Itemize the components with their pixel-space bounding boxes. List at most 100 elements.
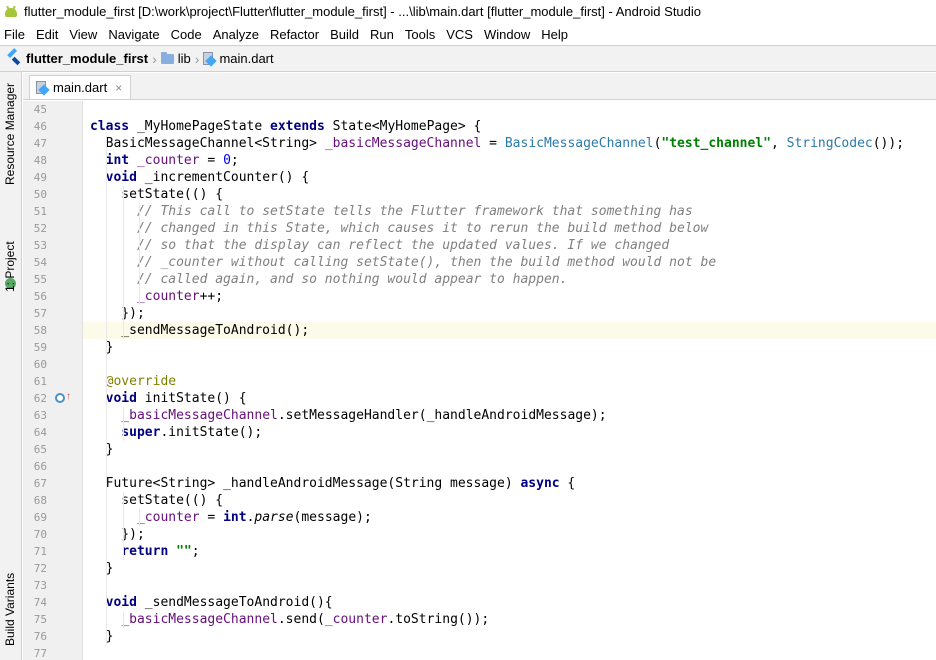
line-number: 68 (33, 494, 47, 507)
tab-main-dart[interactable]: main.dart × (29, 75, 132, 99)
menu-tools[interactable]: Tools (405, 27, 435, 42)
indent-guide (139, 509, 141, 526)
code-line[interactable]: super.initState(); (83, 424, 936, 441)
code-line[interactable]: _basicMessageChannel.send(_counter.toStr… (83, 611, 936, 628)
menu-vcs[interactable]: VCS (446, 27, 473, 42)
indent-guide (139, 203, 141, 305)
tool-tab-project[interactable]: 1: Project (3, 241, 17, 292)
line-number: 66 (33, 460, 47, 473)
line-number: 56 (33, 290, 47, 303)
line-number: 76 (33, 630, 47, 643)
code-area[interactable]: class _MyHomePageState extends State<MyH… (83, 101, 936, 660)
close-icon[interactable]: × (115, 81, 122, 95)
code-line[interactable]: // _counter without calling setState(), … (83, 254, 936, 271)
line-number: 64 (33, 426, 47, 439)
line-number: 61 (33, 375, 47, 388)
code-line[interactable]: // changed in this State, which causes i… (83, 220, 936, 237)
menu-file[interactable]: File (4, 27, 25, 42)
code-line-text: }); (90, 527, 145, 542)
menu-window[interactable]: Window (484, 27, 530, 42)
code-line[interactable]: class _MyHomePageState extends State<MyH… (83, 118, 936, 135)
code-line[interactable] (83, 645, 936, 660)
line-number: 59 (33, 341, 47, 354)
code-line[interactable]: return ""; (83, 543, 936, 560)
code-line[interactable]: // This call to setState tells the Flutt… (83, 203, 936, 220)
code-line[interactable]: }); (83, 305, 936, 322)
indent-guide (122, 186, 124, 339)
indent-guide (106, 135, 108, 645)
line-number: 67 (33, 477, 47, 490)
code-line-text: } (90, 561, 114, 576)
menu-build[interactable]: Build (330, 27, 359, 42)
tool-tab-build-variants[interactable]: Build Variants (3, 573, 17, 646)
code-line-text: super.initState(); (121, 425, 263, 440)
code-line[interactable]: // called again, and so nothing would ap… (83, 271, 936, 288)
code-line[interactable]: _sendMessageToAndroid(); (83, 322, 936, 339)
code-line-text: // This call to setState tells the Flutt… (136, 204, 693, 219)
code-line[interactable]: } (83, 441, 936, 458)
code-line[interactable]: setState(() { (83, 186, 936, 203)
line-number: 47 (33, 137, 47, 150)
code-line[interactable]: } (83, 339, 936, 356)
code-line[interactable]: _basicMessageChannel.setMessageHandler(_… (83, 407, 936, 424)
code-line[interactable]: }); (83, 526, 936, 543)
breadcrumb-project[interactable]: flutter_module_first (26, 51, 148, 66)
line-number: 57 (33, 307, 47, 320)
code-line[interactable] (83, 458, 936, 475)
flutter-icon (7, 47, 22, 66)
code-line-text: _basicMessageChannel.send(_counter.toStr… (121, 612, 490, 627)
breadcrumb-folder[interactable]: lib (178, 51, 191, 66)
arrow-up-icon: ↑ (66, 391, 71, 402)
code-line[interactable] (83, 356, 936, 373)
code-line-text: _counter++; (136, 289, 224, 304)
code-line[interactable]: } (83, 560, 936, 577)
code-line[interactable]: void initState() { (83, 390, 936, 407)
menu-view[interactable]: View (69, 27, 97, 42)
title-bar: flutter_module_first [D:\work\project\Fl… (0, 0, 936, 23)
breadcrumb-file[interactable]: main.dart (219, 51, 273, 66)
menu-refactor[interactable]: Refactor (270, 27, 319, 42)
line-number: 55 (33, 273, 47, 286)
line-number: 51 (33, 205, 47, 218)
menu-edit[interactable]: Edit (36, 27, 58, 42)
code-line-text: // _counter without calling setState(), … (136, 255, 717, 270)
line-number: 72 (33, 562, 47, 575)
code-editor[interactable]: ↑ class _MyHomePageState extends State<M… (23, 101, 936, 660)
menu-navigate[interactable]: Navigate (108, 27, 159, 42)
code-line-text: setState(() { (90, 493, 224, 508)
code-line[interactable]: _counter = int.parse(message); (83, 509, 936, 526)
code-line[interactable]: // so that the display can reflect the u… (83, 237, 936, 254)
line-number: 49 (33, 171, 47, 184)
menu-help[interactable]: Help (541, 27, 568, 42)
code-line[interactable]: void _sendMessageToAndroid(){ (83, 594, 936, 611)
chevron-right-icon: › (152, 50, 157, 67)
menu-analyze[interactable]: Analyze (213, 27, 259, 42)
code-line-text: }); (90, 306, 145, 321)
code-line[interactable] (83, 101, 936, 118)
dart-file-icon (203, 52, 218, 67)
line-number: 70 (33, 528, 47, 541)
code-line[interactable]: @override (83, 373, 936, 390)
code-line[interactable]: int _counter = 0; (83, 152, 936, 169)
line-number: 77 (33, 647, 47, 660)
code-line[interactable] (83, 577, 936, 594)
code-line[interactable]: Future<String> _handleAndroidMessage(Str… (83, 475, 936, 492)
code-line-text: BasicMessageChannel<String> _basicMessag… (90, 136, 905, 151)
menu-run[interactable]: Run (370, 27, 394, 42)
indent-guide (122, 611, 124, 628)
line-number: 45 (33, 103, 47, 116)
tool-tab-resource-manager[interactable]: Resource Manager (3, 83, 17, 185)
override-icon[interactable] (55, 393, 65, 403)
breadcrumb: flutter_module_first › lib › main.dart (0, 45, 936, 72)
code-line[interactable]: BasicMessageChannel<String> _basicMessag… (83, 135, 936, 152)
code-line[interactable]: setState(() { (83, 492, 936, 509)
code-line[interactable]: } (83, 628, 936, 645)
line-number: 58 (33, 324, 47, 337)
line-number: 62 (33, 392, 47, 405)
line-number: 65 (33, 443, 47, 456)
code-line-text: int _counter = 0; (105, 153, 239, 168)
tab-label: main.dart (53, 80, 108, 95)
code-line[interactable]: _counter++; (83, 288, 936, 305)
code-line[interactable]: void _incrementCounter() { (83, 169, 936, 186)
menu-code[interactable]: Code (171, 27, 202, 42)
